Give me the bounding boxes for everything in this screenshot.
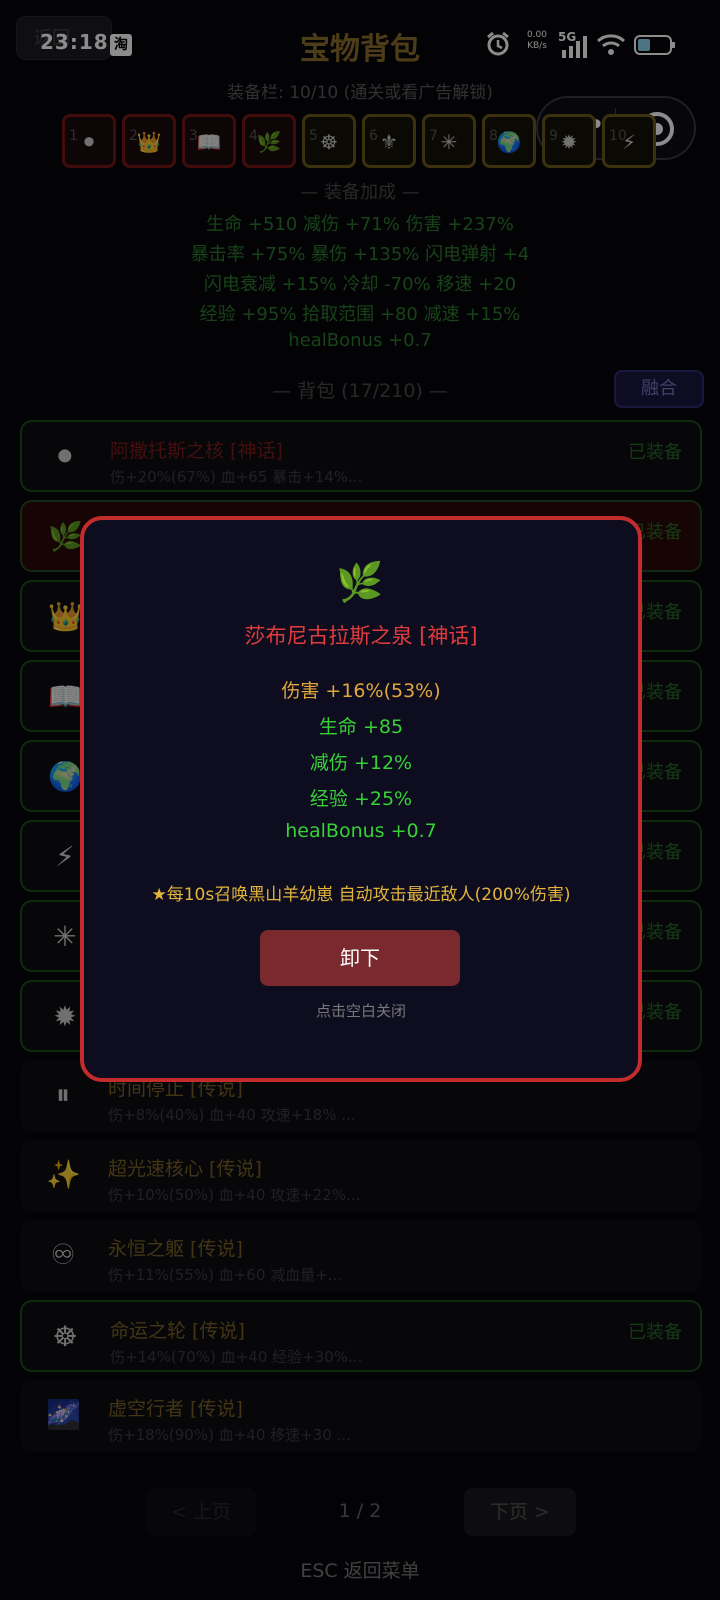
unequip-button[interactable]: 卸下 [260, 930, 460, 986]
modal-stat: 伤害 +16%(53%) [281, 680, 441, 702]
herb-icon: 🌿 [336, 560, 384, 604]
close-hint: 点击空白关闭 [315, 1002, 406, 1020]
modal-stat: healBonus +0.7 [285, 820, 437, 842]
modal-skill-text: ★每10s召唤黑山羊幼崽 自动攻击最近敌人(200%伤害) [151, 885, 571, 905]
modal-stat: 减伤 +12% [309, 752, 413, 774]
modal-stat: 生命 +85 [318, 716, 404, 738]
modal-item-name: 莎布尼古拉斯之泉 [神话] [244, 624, 478, 648]
modal-stat: 经验 +25% [309, 788, 413, 810]
